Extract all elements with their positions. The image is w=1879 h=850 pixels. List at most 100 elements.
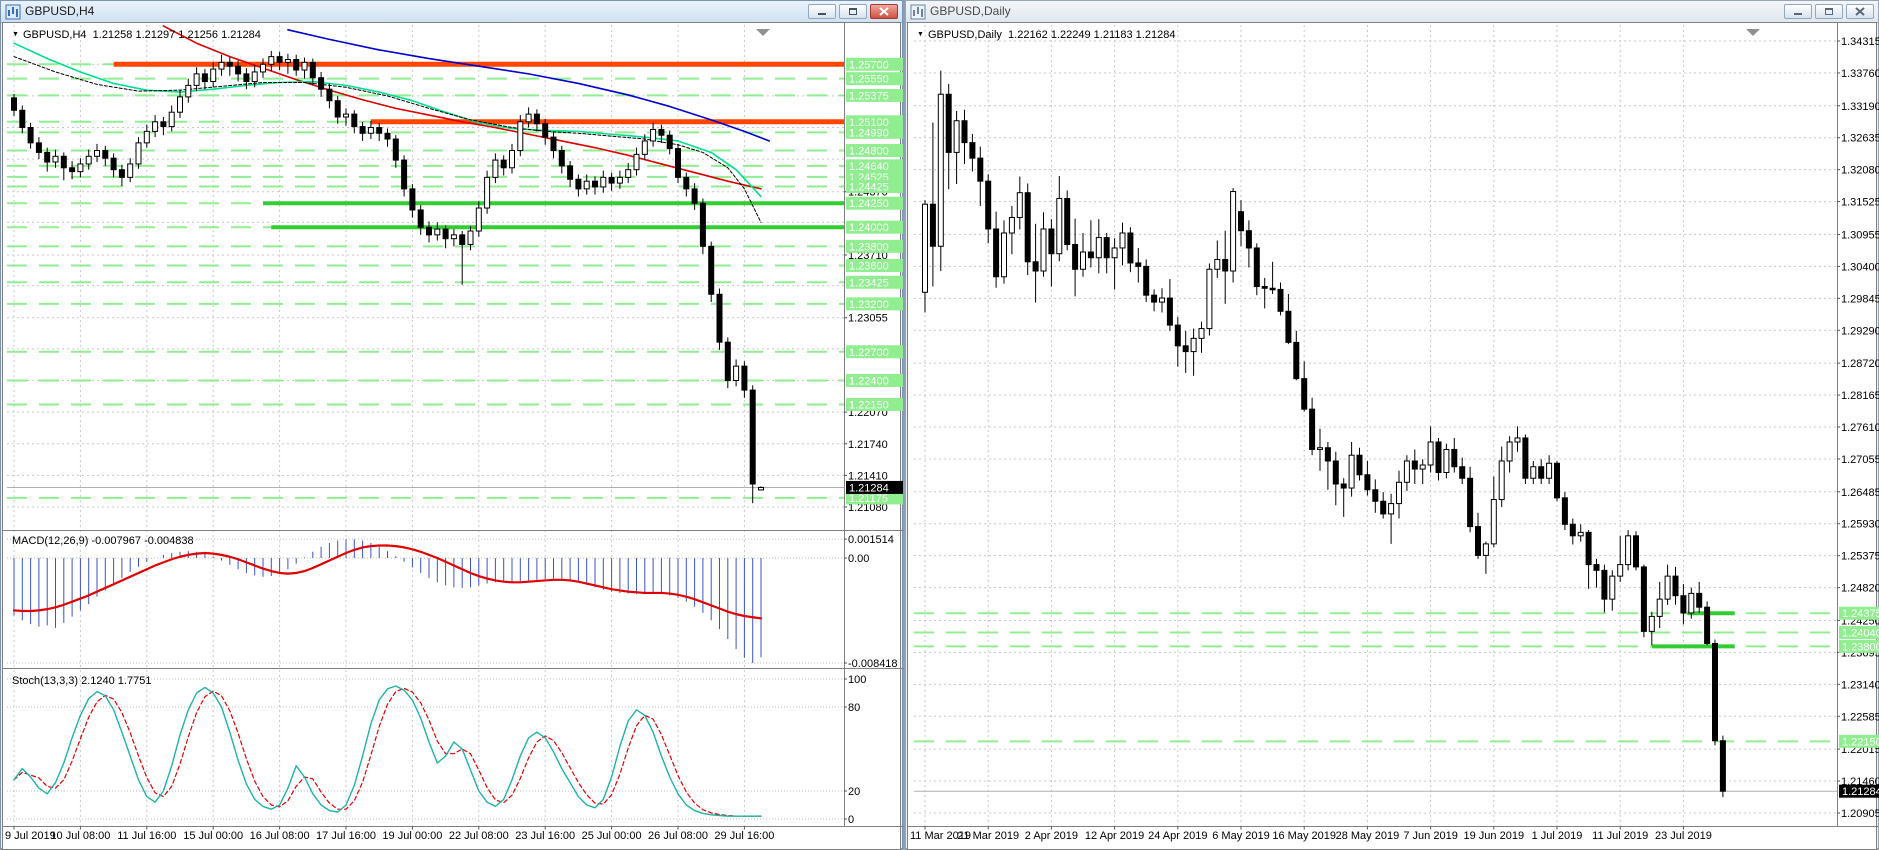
svg-text:1.28165: 1.28165 (1841, 390, 1879, 402)
daily-info-line: ▼ GBPUSD,Daily 1.22162 1.22249 1.21183 1.… (917, 29, 1175, 41)
svg-text:1.23200: 1.23200 (849, 299, 889, 311)
svg-text:0.001514: 0.001514 (848, 534, 894, 546)
svg-text:1.24250: 1.24250 (849, 198, 889, 210)
h4-chart-canvas[interactable]: 1.243701.237101.230551.220701.217401.214… (3, 23, 904, 849)
svg-text:28 May 2019: 28 May 2019 (1336, 830, 1400, 842)
symbol-dropdown-arrow-icon: ▼ (12, 31, 19, 38)
svg-text:1.23800: 1.23800 (1842, 641, 1879, 653)
svg-text:1.24820: 1.24820 (1841, 583, 1879, 595)
window-title: GBPUSD,H4 (25, 1, 94, 22)
chart-window-h4: GBPUSD,H4 1.243701.237101.230551.220701.… (0, 0, 903, 849)
svg-text:23 Jul 2019: 23 Jul 2019 (1655, 830, 1712, 842)
svg-text:1.21175: 1.21175 (849, 493, 888, 505)
svg-text:1.23425: 1.23425 (849, 277, 889, 289)
svg-text:16 Jul 08:00: 16 Jul 08:00 (250, 830, 310, 842)
svg-text:1.24990: 1.24990 (849, 127, 889, 139)
svg-text:1.33190: 1.33190 (1841, 101, 1879, 113)
svg-text:20: 20 (848, 786, 860, 798)
svg-text:22 Jul 08:00: 22 Jul 08:00 (449, 830, 509, 842)
daily-ohlc-values: 1.22162 1.22249 1.21183 1.21284 (1008, 29, 1175, 41)
svg-text:1.25930: 1.25930 (1841, 519, 1879, 531)
h4-ohlc-values: 1.21258 1.21297 1.21256 1.21284 (93, 29, 261, 41)
svg-text:1.24800: 1.24800 (849, 146, 889, 158)
svg-text:1.23600: 1.23600 (849, 261, 889, 273)
stoch-indicator-label: Stoch(13,3,3) 2.1240 1.7751 (12, 675, 151, 687)
svg-text:26 Jul 08:00: 26 Jul 08:00 (648, 830, 708, 842)
svg-text:10 Jul 08:00: 10 Jul 08:00 (50, 830, 110, 842)
svg-text:1.20905: 1.20905 (1841, 808, 1879, 820)
svg-text:1.27055: 1.27055 (1841, 454, 1879, 466)
svg-text:17 Jul 16:00: 17 Jul 16:00 (316, 830, 376, 842)
svg-text:1.33760: 1.33760 (1841, 68, 1879, 80)
svg-text:11 Jul 2019: 11 Jul 2019 (1592, 830, 1648, 842)
svg-text:1.29290: 1.29290 (1841, 325, 1879, 337)
svg-text:1.23800: 1.23800 (849, 241, 889, 253)
svg-text:1.27610: 1.27610 (1841, 422, 1879, 434)
svg-text:1.25375: 1.25375 (1841, 551, 1879, 563)
titlebar-h4[interactable]: GBPUSD,H4 (1, 1, 902, 23)
close-button[interactable] (1846, 4, 1874, 19)
titlebar-daily[interactable]: GBPUSD,Daily (906, 1, 1878, 23)
window-title: GBPUSD,Daily (930, 1, 1011, 22)
svg-text:15 Jul 00:00: 15 Jul 00:00 (183, 830, 243, 842)
svg-text:1.30955: 1.30955 (1841, 229, 1879, 241)
minimize-button[interactable] (808, 4, 836, 19)
svg-text:1.22400: 1.22400 (849, 376, 889, 388)
svg-text:1.22700: 1.22700 (849, 347, 889, 359)
svg-text:11 Jul 16:00: 11 Jul 16:00 (117, 830, 176, 842)
chart-client-daily: 1.34315 1.33760 1.33190 1.32635 1.32080 1.315… (907, 22, 1877, 850)
svg-text:-0.008418: -0.008418 (848, 658, 898, 670)
restore-button[interactable] (1815, 4, 1843, 19)
svg-text:19 Jun 2019: 19 Jun 2019 (1464, 830, 1525, 842)
svg-text:1.25700: 1.25700 (849, 59, 889, 71)
svg-text:16 May 2019: 16 May 2019 (1272, 830, 1336, 842)
svg-text:1.22150: 1.22150 (849, 399, 889, 411)
macd-indicator-label: MACD(12,26,9) -0.007967 -0.004838 (12, 535, 194, 547)
svg-text:23 Jul 16:00: 23 Jul 16:00 (515, 830, 575, 842)
svg-text:0.00: 0.00 (848, 553, 869, 565)
minimize-button[interactable] (1784, 4, 1812, 19)
svg-text:1.24040: 1.24040 (1842, 628, 1879, 640)
svg-text:19 Jul 00:00: 19 Jul 00:00 (382, 830, 442, 842)
svg-text:1.24375: 1.24375 (1842, 608, 1879, 620)
close-button[interactable] (870, 4, 898, 19)
svg-text:1.24000: 1.24000 (849, 222, 889, 234)
svg-text:1.23055: 1.23055 (848, 313, 888, 325)
svg-text:1.21284: 1.21284 (849, 482, 889, 494)
chart-client-h4: 1.243701.237101.230551.220701.217401.214… (2, 22, 901, 850)
svg-text:1.21284: 1.21284 (1842, 786, 1879, 798)
svg-text:1.24425: 1.24425 (849, 181, 889, 193)
candlestick-chart-icon (910, 4, 926, 20)
h4-symbol-period: GBPUSD,H4 (23, 29, 87, 41)
h4-info-line: ▼ GBPUSD,H4 1.21258 1.21297 1.21256 1.212… (12, 29, 261, 41)
svg-text:1.31525: 1.31525 (1841, 197, 1879, 209)
svg-text:1.28720: 1.28720 (1841, 358, 1879, 370)
svg-text:1.32635: 1.32635 (1841, 133, 1879, 145)
svg-text:25 Jul 00:00: 25 Jul 00:00 (582, 830, 642, 842)
svg-text:1.32080: 1.32080 (1841, 165, 1879, 177)
svg-text:1.21410: 1.21410 (848, 470, 888, 482)
svg-text:1 Jul 2019: 1 Jul 2019 (1532, 830, 1583, 842)
svg-text:1.22150: 1.22150 (1842, 736, 1879, 748)
svg-text:100: 100 (848, 674, 866, 686)
svg-text:6 May 2019: 6 May 2019 (1212, 830, 1269, 842)
symbol-dropdown-arrow-icon: ▼ (917, 31, 924, 38)
chart-shift-triangle-icon (1746, 29, 1760, 36)
svg-text:7 Jun 2019: 7 Jun 2019 (1403, 830, 1457, 842)
svg-text:1.25550: 1.25550 (849, 74, 889, 86)
svg-text:1.25375: 1.25375 (849, 90, 889, 102)
svg-text:80: 80 (848, 702, 860, 714)
chart-shift-triangle-icon (756, 29, 770, 36)
svg-text:1.21740: 1.21740 (848, 439, 888, 451)
restore-button[interactable] (839, 4, 867, 19)
daily-chart-canvas[interactable]: 1.34315 1.33760 1.33190 1.32635 1.32080 1.315… (908, 23, 1879, 849)
svg-text:1.34315: 1.34315 (1841, 36, 1879, 48)
daily-symbol-period: GBPUSD,Daily (928, 29, 1002, 41)
svg-text:9 Jul 2019: 9 Jul 2019 (5, 830, 56, 842)
candlestick-chart-icon (5, 4, 21, 20)
svg-text:1.30400: 1.30400 (1841, 261, 1879, 273)
svg-text:0: 0 (848, 814, 854, 826)
svg-text:21 Mar 2019: 21 Mar 2019 (957, 830, 1019, 842)
svg-text:1.23140: 1.23140 (1841, 679, 1879, 691)
svg-text:1.29845: 1.29845 (1841, 293, 1879, 305)
